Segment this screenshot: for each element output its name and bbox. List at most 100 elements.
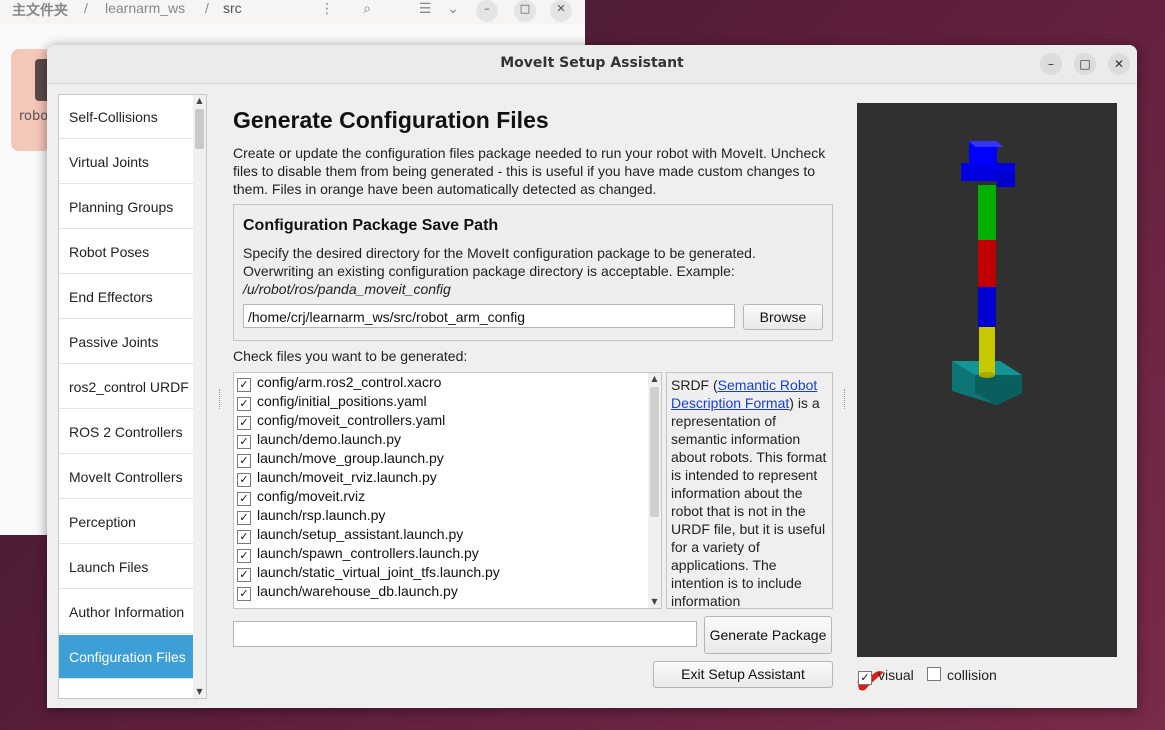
sidebar-item-passive-joints[interactable]: Passive Joints xyxy=(59,320,203,364)
file-row[interactable]: ✓ config/moveit.rviz xyxy=(237,487,365,506)
file-list: ✓ config/arm.ros2_control.xacro ✓ config/i… xyxy=(233,372,649,609)
file-description-text: ) is a representation of semantic inform… xyxy=(671,395,827,609)
exit-setup-button[interactable]: Exit Setup Assistant xyxy=(653,661,833,688)
file-row[interactable]: ✓ config/initial_positions.yaml xyxy=(237,392,427,411)
visual-check[interactable]: ✓ xyxy=(858,671,872,685)
maximize-button[interactable]: □ xyxy=(1074,53,1096,75)
breadcrumb-separator: / xyxy=(205,0,209,16)
visual-label: visual xyxy=(878,667,914,683)
page-description: Create or update the configuration files… xyxy=(233,145,826,197)
maximize-icon[interactable]: □ xyxy=(514,0,536,22)
file-row[interactable]: ✓ launch/spawn_controllers.launch.py xyxy=(237,544,479,563)
save-path-input[interactable]: /home/crj/learnarm_ws/src/robot_arm_conf… xyxy=(243,304,735,328)
save-path-description-text: Specify the desired directory for the Mo… xyxy=(243,245,756,279)
file-checkbox[interactable]: ✓ xyxy=(237,511,251,525)
scroll-down-icon[interactable]: ▼ xyxy=(648,596,661,608)
browse-button[interactable]: Browse xyxy=(743,304,823,330)
check-files-label: Check files you want to be generated: xyxy=(233,348,468,364)
scroll-down-icon[interactable]: ▼ xyxy=(193,686,206,698)
file-name: config/arm.ros2_control.xacro xyxy=(257,374,442,390)
file-name: launch/spawn_controllers.launch.py xyxy=(257,545,479,561)
file-checkbox[interactable]: ✓ xyxy=(237,416,251,430)
sidebar-item-self-collisions[interactable]: Self-Collisions xyxy=(59,95,203,139)
breadcrumb-src[interactable]: src xyxy=(223,0,242,16)
file-checkbox[interactable]: ✓ xyxy=(237,397,251,411)
scroll-up-icon[interactable]: ▲ xyxy=(648,373,661,385)
file-checkbox[interactable]: ✓ xyxy=(237,587,251,601)
file-checkbox[interactable]: ✓ xyxy=(237,549,251,563)
moveit-setup-window: MoveIt Setup Assistant – □ ✕ Self-Collis… xyxy=(47,45,1137,708)
chevron-down-icon[interactable]: ⌄ xyxy=(438,0,468,24)
file-list-scrollbar[interactable]: ▲ ▼ xyxy=(648,372,662,609)
file-row[interactable]: ✓ launch/demo.launch.py xyxy=(237,430,401,449)
breadcrumb-separator: / xyxy=(84,0,88,16)
search-icon[interactable]: ⌕ xyxy=(352,0,382,24)
sidebar-scrollbar[interactable]: ▲ ▼ xyxy=(193,94,207,699)
sidebar-item-perception[interactable]: Perception xyxy=(59,500,203,544)
robot-link-blue xyxy=(978,285,996,327)
sidebar-item-moveit-controllers[interactable]: MoveIt Controllers xyxy=(59,455,203,499)
file-row[interactable]: ✓ launch/moveit_rviz.launch.py xyxy=(237,468,437,487)
file-name: config/moveit.rviz xyxy=(257,488,366,504)
file-checkbox[interactable]: ✓ xyxy=(237,492,251,506)
scrollbar-thumb[interactable] xyxy=(650,387,659,517)
file-row[interactable]: ✓ launch/rsp.launch.py xyxy=(237,506,385,525)
collision-check[interactable] xyxy=(927,667,941,681)
sidebar-item-ros2-controllers[interactable]: ROS 2 Controllers xyxy=(59,410,203,454)
sidebar-item-configuration-files[interactable]: Configuration Files xyxy=(59,635,203,679)
sidebar-item-ros2-control[interactable]: ros2_control URDF Modifications xyxy=(59,365,203,409)
collision-label: collision xyxy=(947,667,997,683)
minimize-button[interactable]: – xyxy=(1040,53,1062,75)
folder-item[interactable]: robot_arm_config xyxy=(11,49,55,151)
breadcrumb-home[interactable]: 主文件夹 xyxy=(12,0,68,20)
sidebar-item-end-effectors[interactable]: End Effectors xyxy=(59,275,203,319)
sidebar-item-author-information[interactable]: Author Information xyxy=(59,590,203,634)
robot-link-green xyxy=(978,185,996,240)
scrollbar-thumb[interactable] xyxy=(195,109,204,149)
list-view-icon[interactable]: ☰ xyxy=(410,0,440,24)
close-button[interactable]: ✕ xyxy=(1108,53,1130,75)
sidebar-item-launch-files[interactable]: Launch Files xyxy=(59,545,203,589)
save-path-heading: Configuration Package Save Path xyxy=(243,217,499,234)
file-row[interactable]: ✓ config/arm.ros2_control.xacro xyxy=(237,373,441,392)
file-name: launch/demo.launch.py xyxy=(257,431,401,447)
file-name: config/initial_positions.yaml xyxy=(257,393,427,409)
file-checkbox[interactable]: ✓ xyxy=(237,568,251,582)
robot-viewport[interactable] xyxy=(857,103,1117,657)
file-name: launch/warehouse_db.launch.py xyxy=(257,583,458,599)
save-path-example: /u/robot/ros/panda_moveit_config xyxy=(243,281,451,297)
sidebar-item-robot-poses[interactable]: Robot Poses xyxy=(59,230,203,274)
breadcrumb-workspace[interactable]: learnarm_ws xyxy=(105,0,185,16)
file-description-panel: SRDF (Semantic Robot Description Format)… xyxy=(666,372,833,609)
collision-checkbox[interactable]: collision xyxy=(927,667,997,683)
splitter-handle[interactable] xyxy=(219,389,222,409)
robot-link-red xyxy=(978,238,996,287)
file-row[interactable]: ✓ launch/setup_assistant.launch.py xyxy=(237,525,463,544)
output-field[interactable] xyxy=(233,621,697,647)
file-name: launch/setup_assistant.launch.py xyxy=(257,526,464,542)
splitter-handle[interactable] xyxy=(844,389,847,409)
file-name: launch/rsp.launch.py xyxy=(257,507,386,523)
generate-package-button[interactable]: Generate Package xyxy=(704,616,832,654)
file-row[interactable]: ✓ launch/static_virtual_joint_tfs.launch.… xyxy=(237,563,500,582)
title-bar[interactable]: MoveIt Setup Assistant – □ ✕ xyxy=(47,45,1137,84)
file-checkbox[interactable]: ✓ xyxy=(237,530,251,544)
close-icon[interactable]: ✕ xyxy=(550,0,572,22)
scroll-up-icon[interactable]: ▲ xyxy=(193,95,206,107)
more-options-icon[interactable]: ⋮ xyxy=(312,0,342,24)
file-checkbox[interactable]: ✓ xyxy=(237,435,251,449)
minimize-icon[interactable]: – xyxy=(476,0,498,22)
background-header-bar: 主文件夹 / learnarm_ws / src ⋮ ⌕ ☰ ⌄ – □ ✕ xyxy=(0,0,585,24)
file-row[interactable]: ✓ launch/move_group.launch.py xyxy=(237,449,444,468)
file-name: launch/move_group.launch.py xyxy=(257,450,444,466)
sidebar: Self-Collisions Virtual Joints Planning … xyxy=(58,94,206,699)
file-row[interactable]: ✓ config/moveit_controllers.yaml xyxy=(237,411,445,430)
sidebar-item-virtual-joints[interactable]: Virtual Joints xyxy=(59,140,203,184)
file-checkbox[interactable]: ✓ xyxy=(237,473,251,487)
robot-gripper xyxy=(961,141,1015,187)
file-checkbox[interactable]: ✓ xyxy=(237,378,251,392)
sidebar-item-planning-groups[interactable]: Planning Groups xyxy=(59,185,203,229)
file-checkbox[interactable]: ✓ xyxy=(237,454,251,468)
visual-checkbox[interactable]: ✓ visual xyxy=(858,667,914,685)
file-row[interactable]: ✓ launch/warehouse_db.launch.py xyxy=(237,582,458,601)
